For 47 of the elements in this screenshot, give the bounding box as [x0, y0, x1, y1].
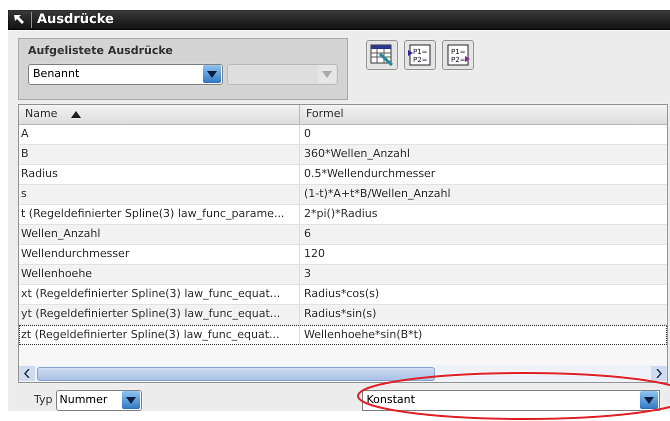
table-cell-text: Wellenhoehe*sin(B*t)	[303, 326, 424, 343]
table-cell-text: (1-t)*A+t*B/Wellen_Anzahl	[303, 186, 452, 202]
table-cell: t (Regeldefinierter Spline(3) law_func_parame...	[19, 205, 300, 224]
table-cell-text: 0.5*Wellendurchmesser	[303, 166, 436, 182]
column-header[interactable]: Name	[19, 105, 300, 124]
table-row[interactable]: Wellen_Anzahl 6	[19, 225, 667, 245]
table-row[interactable]: t (Regeldefinierter Spline(3) law_func_parame... 2*pi()*Radius	[19, 205, 667, 225]
table-cell: Radius	[19, 165, 300, 184]
window-title: Ausdrücke	[37, 11, 114, 30]
table-row[interactable]: A 0	[19, 125, 667, 145]
table-cell-text: Radius*cos(s)	[303, 286, 380, 302]
table-cell: Wellenhoehe	[19, 265, 300, 284]
horizontal-scrollbar[interactable]	[19, 365, 667, 382]
toolbar-button[interactable]	[366, 40, 398, 70]
table-cell: Wellen_Anzahl	[19, 225, 300, 244]
table-cell: xt (Regeldefinierter Spline(3) law_func_equat...	[19, 285, 300, 304]
table-cell-text: 6	[303, 226, 312, 242]
scroll-right-icon[interactable]	[651, 366, 667, 381]
table-cell-text: Radius*sin(s)	[303, 306, 378, 322]
column-header[interactable]: Formel	[300, 105, 667, 124]
table-cell-text: 360*Wellen_Anzahl	[303, 146, 411, 162]
type-label: Typ	[34, 392, 52, 408]
table-cell: s	[19, 185, 300, 204]
unit-dropdown[interactable]: Konstant	[362, 390, 660, 410]
group-title: Aufgelistete Ausdrücke	[28, 43, 174, 59]
scroll-left-icon[interactable]	[19, 366, 35, 381]
table-row[interactable]: zt (Regeldefinierter Spline(3) law_func_equat... Wellenhoehe*sin(B*t)	[19, 325, 667, 345]
filter-dropdown[interactable]: Benannt	[28, 64, 224, 84]
table-cell-text: 120	[303, 246, 326, 262]
spreadsheet-icon	[370, 44, 394, 66]
table-cell: B	[19, 145, 300, 164]
table-row[interactable]: yt (Regeldefinierter Spline(3) law_func_equat... Radius*sin(s)	[19, 305, 667, 325]
type-dropdown[interactable]: Nummer	[56, 390, 142, 410]
table-cell: Wellendurchmesser	[19, 245, 300, 264]
table-cell-text: 3	[303, 266, 312, 282]
table-row[interactable]: Radius 0.5*Wellendurchmesser	[19, 165, 667, 185]
table-row[interactable]: Wellenhoehe 3	[19, 265, 667, 285]
table-cell-text: 0	[303, 126, 312, 142]
pin-arrow-icon[interactable]	[12, 13, 26, 27]
scroll-thumb[interactable]	[37, 366, 435, 380]
table-cell: yt (Regeldefinierter Spline(3) law_func_equat...	[19, 305, 300, 324]
table-row[interactable]: B 360*Wellen_Anzahl	[19, 145, 667, 165]
table-row[interactable]: s (1-t)*A+t*B/Wellen_Anzahl	[19, 185, 667, 205]
table-cell-text: 2*pi()*Radius	[303, 206, 379, 222]
table-cell: A	[19, 125, 300, 144]
table-row[interactable]: Wellendurchmesser 120	[19, 245, 667, 265]
table-row[interactable]: xt (Regeldefinierter Spline(3) law_func_equat... Radius*cos(s)	[19, 285, 667, 305]
